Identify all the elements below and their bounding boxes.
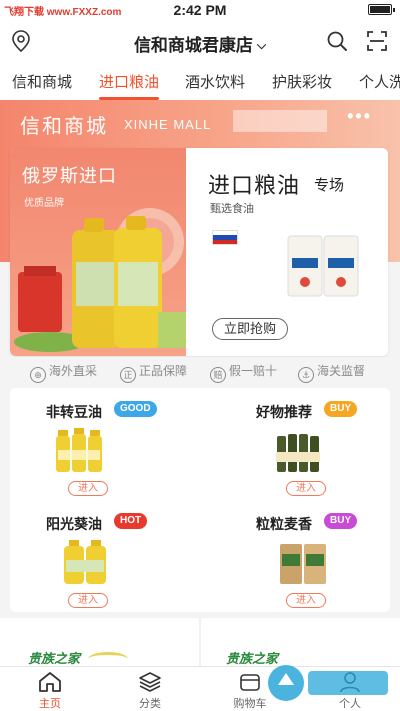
nav-label: 分类	[139, 698, 161, 710]
flour-bags-image	[280, 544, 326, 584]
brand-card-decoration	[88, 652, 128, 666]
watermark-logo	[268, 665, 388, 701]
genuine-icon: 正	[120, 367, 136, 383]
guarantee-direct-purchase: ⊕ 海外直采	[30, 362, 97, 383]
brand-card-logo[interactable]: 贵族之家	[28, 648, 80, 667]
guarantee-bar: ⊕ 海外直采 正正品保障 赔假一赔十 ⚓ 海关监督	[0, 357, 400, 385]
product-name: 非转豆油	[46, 404, 102, 420]
promo-title-suffix: 专场	[314, 177, 345, 194]
product-badge: BUY	[324, 401, 358, 417]
product-name: 粒粒麦香	[256, 516, 312, 532]
enter-button[interactable]: 进入	[68, 593, 108, 608]
app-screen: 飞翔下载 www.FXXZ.com 2:42 PM 信和商城君康店 ⌵ 信和商城 …	[0, 0, 400, 711]
promo-origin: 俄罗斯进口	[22, 166, 117, 186]
brand-name: 信和商城	[20, 116, 108, 138]
globe-icon: ⊕	[30, 367, 46, 383]
compensate-icon: 赔	[210, 367, 226, 383]
status-bar: 飞翔下载 www.FXXZ.com 2:42 PM	[0, 0, 400, 20]
product-soybean-oil[interactable]: 非转豆油 GOOD 进入	[10, 388, 200, 500]
tab-skincare[interactable]: 护肤彩妆	[272, 71, 332, 92]
tab-xinhe-mall[interactable]: 信和商城	[12, 71, 72, 92]
tab-imported-grain-oil[interactable]: 进口粮油	[99, 71, 159, 92]
card-divider	[199, 618, 201, 666]
battery-icon	[368, 4, 395, 15]
promo-image-panel: 俄罗斯进口 优质品牌	[10, 148, 186, 356]
promo-subtitle: 甄选食油	[210, 203, 254, 215]
sunflower-oil-image	[64, 540, 106, 584]
product-badge: HOT	[114, 513, 148, 529]
product-name: 阳光葵油	[46, 516, 102, 532]
promo-title: 进口粮油	[208, 173, 301, 198]
soybean-oil-image	[56, 428, 102, 472]
nav-category[interactable]: 分类	[100, 667, 200, 711]
scan-icon[interactable]	[366, 30, 388, 52]
product-name: 好物推荐	[256, 404, 312, 420]
product-badge: BUY	[324, 513, 358, 529]
guarantee-genuine: 正正品保障	[120, 362, 187, 383]
product-recommended[interactable]: 好物推荐 BUY 进入	[200, 388, 390, 500]
enter-button[interactable]: 进入	[286, 481, 326, 496]
guarantee-customs: ⚓ 海关监督	[298, 362, 365, 383]
olive-oil-image	[276, 434, 320, 472]
customs-icon: ⚓	[298, 367, 314, 383]
category-tabs: 信和商城 进口粮油 酒水饮料 护肤彩妆 个人洗	[0, 62, 400, 100]
promo-card[interactable]: 俄罗斯进口 优质品牌 进口粮油 专场 甄选食油 立即抢购	[10, 148, 388, 356]
product-grid: 非转豆油 GOOD 进入 好物推荐 BUY 进入 阳光葵油 HOT 进入 粒粒麦…	[10, 388, 390, 612]
product-badge: GOOD	[114, 401, 157, 417]
chevron-down-icon: ⌵	[256, 38, 267, 52]
guarantee-compensation: 赔假一赔十	[210, 362, 277, 383]
banner-placeholder	[233, 110, 327, 132]
layers-icon	[139, 672, 161, 692]
oil-bottles-image	[14, 208, 186, 352]
search-icon[interactable]	[326, 30, 348, 52]
enter-button[interactable]: 进入	[286, 593, 326, 608]
store-name: 信和商城君康店	[133, 36, 253, 55]
tab-drinks[interactable]: 酒水饮料	[185, 71, 245, 92]
more-icon[interactable]: •••	[347, 106, 372, 127]
product-wheat[interactable]: 粒粒麦香 BUY 进入	[200, 500, 390, 612]
tab-personal-care[interactable]: 个人洗	[359, 71, 400, 92]
enter-button[interactable]: 进入	[68, 481, 108, 496]
brand-cards: 贵族之家 贵族之家	[0, 618, 400, 666]
brand-name-en: XINHE MALL	[124, 117, 212, 132]
buy-now-button[interactable]: 立即抢购	[212, 318, 288, 340]
home-icon	[39, 672, 61, 692]
status-time: 2:42 PM	[173, 2, 227, 18]
russia-flag-icon	[212, 230, 238, 245]
nav-home[interactable]: 主页	[0, 667, 100, 711]
top-header: 信和商城君康店 ⌵	[0, 20, 400, 62]
cart-icon	[240, 674, 260, 691]
product-sunflower-oil[interactable]: 阳光葵油 HOT 进入	[10, 500, 200, 612]
flour-bags-image	[287, 235, 359, 297]
nav-label: 主页	[39, 698, 61, 710]
promo-info: 进口粮油 专场 甄选食油 立即抢购	[186, 148, 388, 356]
